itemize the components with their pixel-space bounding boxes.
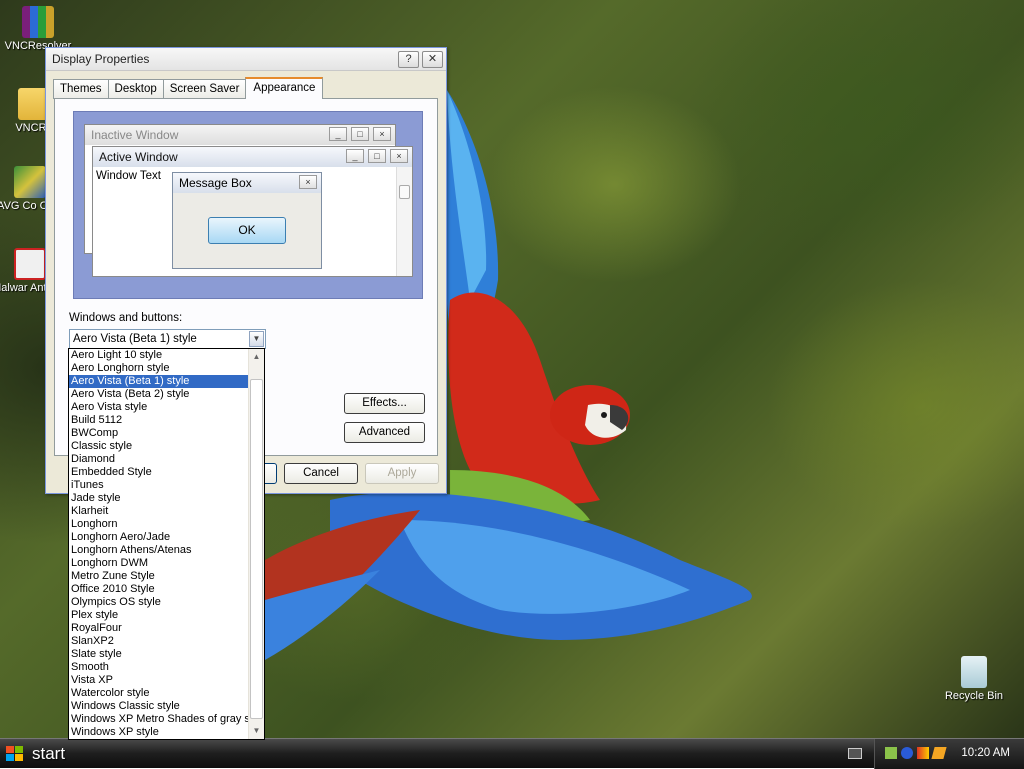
advanced-button[interactable]: Advanced (344, 422, 425, 443)
dropdown-option[interactable]: Longhorn Athens/Atenas (69, 544, 248, 557)
dropdown-option[interactable]: Longhorn (69, 518, 248, 531)
appearance-preview: Inactive Window _ □ × Active Window _ □ … (73, 111, 423, 299)
dropdown-option[interactable]: Watercolor style (69, 687, 248, 700)
dropdown-option[interactable]: Smooth (69, 661, 248, 674)
recycle-bin-icon (961, 656, 987, 688)
scrollbar-thumb (399, 185, 410, 199)
desktop-icon-recycle-bin[interactable]: Recycle Bin (936, 656, 1012, 702)
dropdown-option[interactable]: Aero Vista (Beta 1) style (69, 375, 248, 388)
windows-logo-icon (6, 746, 23, 761)
dropdown-option[interactable]: Aero Vista style (69, 401, 248, 414)
minimize-icon: _ (329, 127, 347, 141)
chevron-down-icon[interactable]: ▼ (249, 331, 264, 347)
dropdown-option[interactable]: Aero Vista (Beta 2) style (69, 388, 248, 401)
dropdown-option[interactable]: RoyalFour (69, 622, 248, 635)
scrollbar-thumb[interactable] (250, 379, 263, 719)
network-icon[interactable] (885, 747, 897, 759)
tab-themes[interactable]: Themes (53, 79, 109, 99)
dropdown-option[interactable]: Longhorn Aero/Jade (69, 531, 248, 544)
close-icon: × (390, 149, 408, 163)
taskbar: start 10:20 AM (0, 738, 1024, 769)
dropdown-option[interactable]: Build 5112 (69, 414, 248, 427)
tab-strip: Themes Desktop Screen Saver Appearance (53, 77, 324, 99)
dialog-title: Display Properties (52, 52, 150, 66)
scroll-down-icon[interactable]: ▼ (249, 723, 264, 739)
vnc-icon[interactable] (901, 747, 913, 759)
maximize-icon: □ (351, 127, 369, 141)
dropdown-option[interactable]: Klarheit (69, 505, 248, 518)
tab-screen-saver[interactable]: Screen Saver (162, 79, 247, 99)
apply-button[interactable]: Apply (365, 463, 439, 484)
maximize-icon: □ (368, 149, 386, 163)
update-icon[interactable] (931, 747, 947, 759)
dropdown-option[interactable]: Windows XP Metro Shades of gray st (69, 713, 248, 726)
preview-ok-button: OK (208, 217, 286, 244)
start-label: start (32, 744, 66, 763)
keyboard-icon[interactable] (848, 748, 862, 759)
dropdown-option[interactable]: Metro Zune Style (69, 570, 248, 583)
desktop-icon-vncresolver[interactable]: VNCResolver (0, 6, 76, 52)
windows-buttons-dropdown-list[interactable]: Aero Light 10 style Aero Longhorn style Ae… (68, 348, 265, 740)
dropdown-option[interactable]: Classic style (69, 440, 248, 453)
dropdown-option[interactable]: Longhorn DWM (69, 557, 248, 570)
flag-icon[interactable] (917, 747, 929, 759)
dialog-titlebar[interactable]: Display Properties ? ✕ (46, 48, 446, 71)
dropdown-option[interactable]: Windows XP style (69, 726, 248, 739)
winrar-icon (22, 6, 54, 38)
dropdown-option[interactable]: Olympics OS style (69, 596, 248, 609)
scroll-up-icon[interactable]: ▲ (249, 349, 264, 365)
dropdown-option[interactable]: SlanXP2 (69, 635, 248, 648)
inactive-window-title: Inactive Window (91, 128, 179, 142)
close-icon: × (299, 175, 317, 189)
tab-appearance[interactable]: Appearance (245, 77, 324, 99)
malwarebytes-icon (14, 248, 46, 280)
dropdown-option[interactable]: Aero Light 10 style (69, 349, 248, 362)
dropdown-option[interactable]: Plex style (69, 609, 248, 622)
cancel-button[interactable]: Cancel (284, 463, 358, 484)
minimize-icon: _ (346, 149, 364, 163)
close-icon: × (373, 127, 391, 141)
tab-desktop[interactable]: Desktop (107, 79, 164, 99)
effects-button[interactable]: Effects... (344, 393, 425, 414)
windows-buttons-label: Windows and buttons: (69, 312, 183, 324)
help-button[interactable]: ? (398, 51, 419, 68)
dropdown-option[interactable]: Windows Classic style (69, 700, 248, 713)
dropdown-option[interactable]: Slate style (69, 648, 248, 661)
active-window-title: Active Window (99, 150, 178, 164)
windows-buttons-select[interactable]: Aero Vista (Beta 1) style ▼ (69, 329, 266, 349)
dropdown-option[interactable]: Vista XP (69, 674, 248, 687)
dropdown-scrollbar[interactable]: ▲ ▼ (248, 349, 264, 739)
avg-icon (14, 166, 46, 198)
start-button[interactable]: start (0, 739, 80, 769)
dropdown-option[interactable]: Embedded Style (69, 466, 248, 479)
dropdown-option[interactable]: iTunes (69, 479, 248, 492)
dropdown-option[interactable]: Jade style (69, 492, 248, 505)
window-text-sample: Window Text (96, 170, 161, 182)
dropdown-option[interactable]: Diamond (69, 453, 248, 466)
dropdown-option[interactable]: Office 2010 Style (69, 583, 248, 596)
dropdown-option[interactable]: BWComp (69, 427, 248, 440)
preview-scrollbar (396, 167, 412, 276)
close-button[interactable]: ✕ (422, 51, 443, 68)
system-tray: 10:20 AM (874, 739, 1024, 769)
dropdown-option[interactable]: Aero Longhorn style (69, 362, 248, 375)
windows-buttons-selected-value: Aero Vista (Beta 1) style (73, 333, 197, 345)
message-box-title: Message Box (179, 176, 252, 190)
clock[interactable]: 10:20 AM (961, 739, 1010, 768)
preview-message-box: Message Box × OK (172, 172, 322, 269)
